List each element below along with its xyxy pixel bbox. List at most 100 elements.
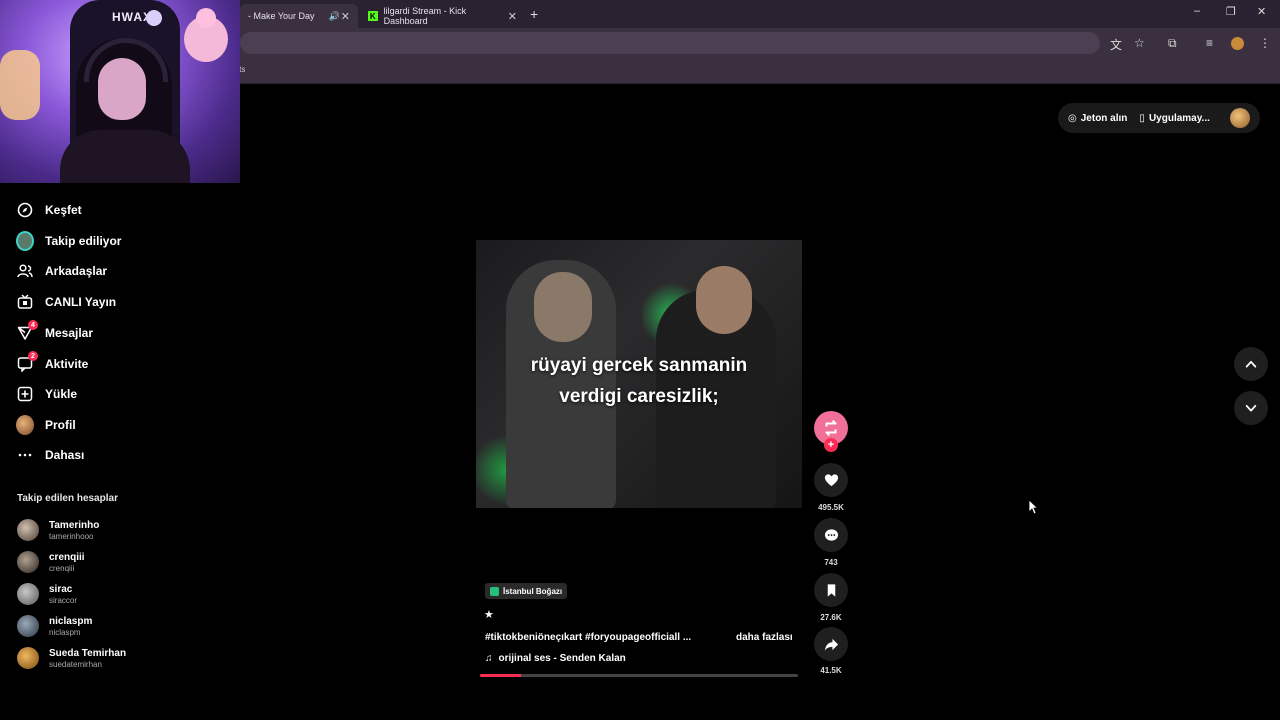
phone-icon: ▯	[1139, 112, 1145, 124]
video-progress-fill	[480, 674, 522, 677]
followed-account[interactable]: Tamerinho tamerinhooo	[17, 517, 99, 543]
tab-make-your-day[interactable]: - Make Your Day 🔊 ✕	[240, 4, 358, 28]
comment-icon	[824, 528, 838, 541]
close-tab-icon[interactable]: ✕	[508, 10, 517, 23]
chevron-down-icon	[1245, 404, 1257, 412]
save-button[interactable]	[814, 573, 848, 607]
sidebar-item-label: Keşfet	[45, 203, 82, 217]
minimize-button[interactable]: –	[1194, 5, 1200, 17]
account-username: siraccor	[49, 595, 78, 605]
friends-icon	[16, 262, 34, 280]
translate-icon[interactable]: ⽂	[1110, 36, 1122, 53]
video-progress-bar[interactable]	[480, 674, 798, 677]
sidebar-item-live[interactable]: CANLI Yayın	[16, 290, 116, 314]
profile-avatar	[16, 415, 34, 435]
location-tag[interactable]: İstanbul Boğazı	[485, 583, 568, 599]
sidebar-item-profile[interactable]: Profil	[16, 413, 76, 437]
flower-icon	[196, 8, 216, 28]
follow-plus-button[interactable]: +	[824, 438, 838, 452]
account-name: sirac	[49, 583, 73, 595]
speaker-icon[interactable]: 🔊	[329, 11, 340, 22]
kick-logo-icon: K	[368, 11, 378, 21]
account-name: niclaspm	[49, 615, 93, 627]
video-caption: rüyayi gercek sanmanin verdigi caresizli…	[476, 350, 802, 412]
sidebar-item-messages[interactable]: 4 Mesajlar	[16, 320, 94, 345]
extensions-icon[interactable]: ⧉	[1168, 36, 1177, 51]
get-app-button[interactable]: ▯ Uygulamay...	[1139, 113, 1209, 124]
get-coins-label: Jeton alın	[1080, 112, 1128, 124]
account-avatar	[17, 519, 39, 541]
repost-icon	[825, 420, 837, 436]
following-avatar	[16, 231, 34, 251]
account-avatar	[17, 615, 39, 637]
sidebar-item-following[interactable]: Takip ediliyor	[16, 229, 121, 253]
description-star: ★	[484, 609, 494, 621]
sidebar-item-more[interactable]: Dahası	[16, 443, 84, 467]
media-control-icon[interactable]: ≡	[1206, 36, 1213, 50]
activity-badge: 2	[28, 351, 38, 361]
get-coins-button[interactable]: ◎ Jeton alın	[1068, 113, 1127, 124]
share-icon	[824, 638, 838, 651]
followed-account[interactable]: niclaspm niclaspm	[17, 613, 92, 639]
mouse-cursor-icon	[1028, 499, 1038, 515]
like-count: 495.5K	[818, 503, 844, 512]
followed-accounts-title: Takip edilen hesaplar	[17, 493, 118, 504]
plush-toy-left	[0, 50, 40, 120]
account-name: crenqiii	[49, 551, 85, 563]
account-username: suedatemirhan	[49, 659, 102, 669]
account-username: niclaspm	[49, 627, 81, 637]
caption-line: rüyayi gercek sanmanin	[530, 355, 748, 376]
comment-button[interactable]	[814, 518, 848, 552]
share-count: 41.5K	[820, 666, 842, 675]
tab-kick-dashboard[interactable]: K lilgardi Stream - Kick Dashboard ✕	[360, 4, 525, 28]
save-count: 27.6K	[820, 613, 842, 622]
sidebar-item-label: CANLI Yayın	[45, 295, 117, 309]
account-avatar	[17, 583, 39, 605]
messages-badge: 4	[28, 320, 38, 330]
more-icon	[16, 446, 34, 464]
bookmark-star-icon[interactable]: ☆	[1134, 36, 1145, 50]
sidebar-item-activity[interactable]: 2 Aktivite	[16, 351, 89, 376]
webcam-overlay: HWAX	[0, 0, 240, 183]
browser-menu-icon[interactable]: ⋮	[1259, 36, 1271, 50]
music-label: orijinal ses - Senden Kalan	[498, 653, 626, 664]
followed-account[interactable]: crenqiii crenqiii	[17, 549, 85, 575]
sidebar-item-label: Takip ediliyor	[45, 234, 122, 248]
messages-icon: 4	[16, 320, 38, 342]
sidebar-item-label: Mesajlar	[45, 326, 94, 340]
browser-profile-avatar[interactable]	[1231, 37, 1244, 50]
activity-icon: 2	[16, 351, 38, 373]
location-icon	[490, 586, 499, 596]
next-video-button[interactable]	[1234, 391, 1268, 425]
sidebar-item-friends[interactable]: Arkadaşlar	[16, 259, 107, 283]
video-player[interactable]: rüyayi gercek sanmanin verdigi caresizli…	[476, 240, 802, 508]
new-tab-button[interactable]: +	[530, 6, 538, 22]
followed-account[interactable]: sirac siraccor	[17, 581, 77, 607]
sidebar-item-label: Yükle	[45, 387, 78, 401]
music-note-icon: ♫	[485, 653, 493, 664]
see-more-link[interactable]: daha fazlası	[736, 632, 793, 643]
address-bar[interactable]	[240, 32, 1100, 54]
like-button[interactable]	[814, 463, 848, 497]
account-username: tamerinhooo	[49, 531, 94, 541]
close-tab-icon[interactable]: ✕	[341, 10, 350, 23]
sidebar-item-label: Aktivite	[45, 357, 89, 371]
maximize-button[interactable]: ❐	[1226, 5, 1236, 18]
account-name: Sueda Temirhan	[49, 647, 127, 659]
sidebar-item-explore[interactable]: Keşfet	[16, 198, 82, 222]
close-window-button[interactable]: ✕	[1257, 5, 1266, 18]
caption-line: verdigi caresizlik;	[559, 386, 719, 407]
video-hashtags[interactable]: #tiktokbeniöneçıkart #foryoupageofficial…	[485, 632, 691, 643]
user-avatar[interactable]	[1230, 108, 1250, 128]
tab-label: lilgardi Stream - Kick Dashboard	[383, 6, 467, 26]
share-button[interactable]	[814, 627, 848, 661]
followed-account[interactable]: Sueda Temirhan suedatemirhan	[17, 645, 126, 671]
location-label: İstanbul Boğazı	[503, 586, 563, 596]
music-link[interactable]: ♫ orijinal ses - Senden Kalan	[485, 653, 626, 664]
streamer-body	[60, 130, 190, 183]
sidebar-item-upload[interactable]: Yükle	[16, 382, 77, 406]
previous-video-button[interactable]	[1234, 347, 1268, 381]
video-face	[696, 266, 752, 334]
chevron-up-icon	[1245, 360, 1257, 368]
account-name: Tamerinho	[49, 519, 100, 531]
